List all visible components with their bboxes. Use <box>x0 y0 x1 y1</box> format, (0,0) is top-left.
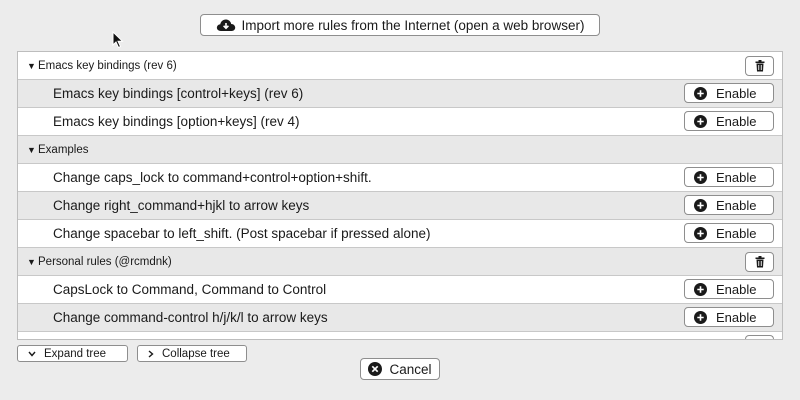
rule-row-partial <box>18 332 782 339</box>
cancel-label: Cancel <box>389 361 432 377</box>
enable-button[interactable]: Enable <box>684 167 774 187</box>
trash-icon <box>755 256 764 268</box>
enable-button[interactable]: Enable <box>684 111 774 131</box>
rule-row: Change caps_lock to command+control+opti… <box>18 164 782 192</box>
rule-row: Emacs key bindings [option+keys] (rev 4)… <box>18 108 782 136</box>
rule-label: CapsLock to Command, Command to Control <box>53 282 327 297</box>
cancel-button[interactable]: Cancel <box>360 358 440 380</box>
rule-row: Emacs key bindings [control+keys] (rev 6… <box>18 80 782 108</box>
plus-circle-icon <box>694 198 707 212</box>
rule-label: Emacs key bindings [control+keys] (rev 6… <box>53 86 304 101</box>
rule-row: Change right_command+hjkl to arrow keys … <box>18 192 782 220</box>
rule-label: Emacs key bindings [option+keys] (rev 4) <box>53 114 300 129</box>
chevron-down-icon <box>28 351 36 357</box>
disclosure-triangle-icon[interactable]: ▼ <box>27 257 36 267</box>
mouse-pointer-icon <box>112 31 124 49</box>
rules-tree[interactable]: ▼ Emacs key bindings (rev 6) Emacs key b… <box>17 51 783 340</box>
enable-label: Enable <box>716 225 757 241</box>
plus-circle-icon <box>694 310 707 324</box>
delete-group-button[interactable] <box>745 56 774 76</box>
tree-group-examples[interactable]: ▼ Examples <box>18 136 782 164</box>
collapse-tree-label: Collapse tree <box>162 347 230 360</box>
group-title: Emacs key bindings (rev 6) <box>38 59 177 72</box>
rule-row: Change command-control h/j/k/l to arrow … <box>18 304 782 332</box>
plus-circle-icon <box>694 114 707 128</box>
rule-row: Change spacebar to left_shift. (Post spa… <box>18 220 782 248</box>
enable-label: Enable <box>716 113 757 129</box>
tree-group-personal[interactable]: ▼ Personal rules (@rcmdnk) <box>18 248 782 276</box>
plus-circle-icon <box>694 86 707 100</box>
tree-group-emacs[interactable]: ▼ Emacs key bindings (rev 6) <box>18 52 782 80</box>
collapse-tree-button[interactable]: Collapse tree <box>137 345 247 362</box>
enable-label: Enable <box>716 169 757 185</box>
delete-group-button[interactable] <box>745 252 774 272</box>
close-circle-icon <box>368 362 383 376</box>
group-title: Examples <box>38 143 89 156</box>
disclosure-triangle-icon[interactable]: ▼ <box>27 145 36 155</box>
expand-tree-label: Expand tree <box>44 347 107 360</box>
enable-button[interactable]: Enable <box>684 307 774 327</box>
rule-label: Change caps_lock to command+control+opti… <box>53 170 372 185</box>
import-rules-button[interactable]: Import more rules from the Internet (ope… <box>200 14 600 36</box>
rule-label: Change command-control h/j/k/l to arrow … <box>53 310 328 325</box>
chevron-right-icon <box>148 349 154 358</box>
partial-button[interactable] <box>745 335 774 339</box>
import-rules-label: Import more rules from the Internet (ope… <box>241 17 585 33</box>
plus-circle-icon <box>694 170 707 184</box>
expand-tree-button[interactable]: Expand tree <box>17 345 128 362</box>
disclosure-triangle-icon[interactable]: ▼ <box>27 61 36 71</box>
rule-label: Change right_command+hjkl to arrow keys <box>53 198 310 213</box>
trash-icon <box>755 60 764 72</box>
enable-button[interactable]: Enable <box>684 223 774 243</box>
enable-label: Enable <box>716 85 757 101</box>
enable-label: Enable <box>716 309 757 325</box>
enable-label: Enable <box>716 197 757 213</box>
group-title: Personal rules (@rcmdnk) <box>38 255 172 268</box>
plus-circle-icon <box>694 226 707 240</box>
plus-circle-icon <box>694 282 707 296</box>
enable-button[interactable]: Enable <box>684 279 774 299</box>
rule-row: CapsLock to Command, Command to Control … <box>18 276 782 304</box>
enable-button[interactable]: Enable <box>684 83 774 103</box>
rule-label: Change spacebar to left_shift. (Post spa… <box>53 226 431 241</box>
cloud-download-icon <box>216 19 235 31</box>
enable-button[interactable]: Enable <box>684 195 774 215</box>
enable-label: Enable <box>716 281 757 297</box>
